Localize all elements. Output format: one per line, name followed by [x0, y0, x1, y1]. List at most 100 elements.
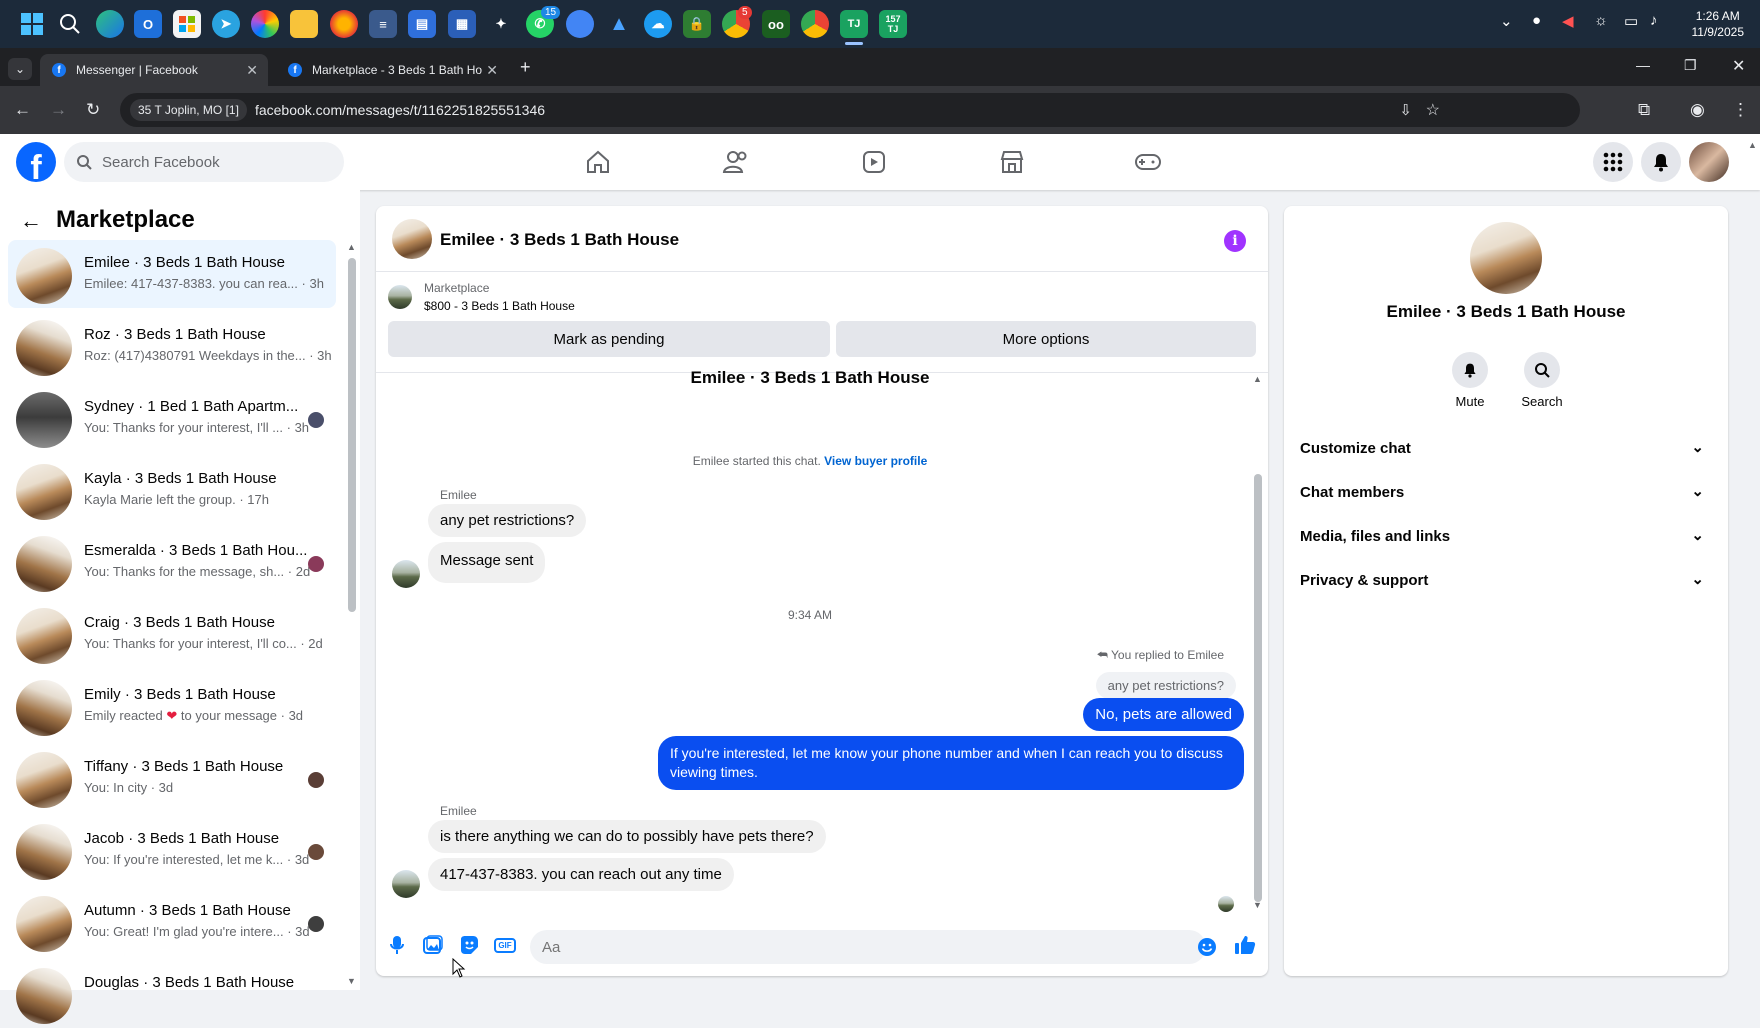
conversation-item[interactable]: Jacob · 3 Beds 1 Bath House You: If you'… [8, 816, 336, 884]
photo-icon[interactable] [422, 934, 444, 956]
network-icon[interactable]: ▭ [1624, 12, 1638, 30]
outgoing-message[interactable]: No, pets are allowed [1083, 698, 1244, 731]
menu-grid-icon[interactable] [1593, 142, 1633, 182]
message-input[interactable] [530, 930, 1206, 964]
conversation-item[interactable]: Emily · 3 Beds 1 Bath House Emily reacte… [8, 672, 336, 740]
thumbs-up-icon[interactable] [1234, 934, 1256, 956]
file-explorer-icon[interactable] [290, 10, 318, 38]
menu-dots-icon[interactable]: ⋮ [1732, 100, 1749, 120]
back-icon[interactable]: ← [14, 100, 31, 120]
app-icon[interactable]: ▦ [448, 10, 476, 38]
tool-icon[interactable]: ✦ [487, 10, 515, 38]
url-text[interactable]: facebook.com/messages/t/1162251825551346 [255, 102, 545, 118]
address-bar[interactable]: 35 T Joplin, MO [1] facebook.com/message… [120, 93, 1580, 127]
scrollbar-thumb[interactable] [348, 258, 356, 612]
view-buyer-profile-link[interactable]: View buyer profile [824, 454, 927, 468]
listing-title[interactable]: $800 - 3 Beds 1 Bath House [424, 299, 575, 313]
location-chip[interactable]: 35 T Joplin, MO [1] [130, 99, 247, 121]
speaker-alert-icon[interactable]: ◀ [1562, 12, 1574, 30]
gaming-icon[interactable] [1132, 146, 1164, 178]
emoji-icon[interactable] [1196, 936, 1218, 958]
sticker-icon[interactable] [458, 934, 480, 956]
customize-chat-section[interactable]: Customize chat ⌄ [1300, 428, 1712, 468]
telegram-icon[interactable]: ➤ [212, 10, 240, 38]
install-app-icon[interactable]: ⇩ [1399, 101, 1412, 119]
edge-icon[interactable] [96, 10, 124, 38]
minimize-icon[interactable]: — [1636, 57, 1650, 73]
tab-marketplace[interactable]: f Marketplace - 3 Beds 1 Bath Ho ✕ [276, 54, 508, 86]
app-icon[interactable]: oo [762, 10, 790, 38]
tj-app-icon[interactable]: TJ [840, 10, 868, 38]
app-icon[interactable]: ☁ [644, 10, 672, 38]
brightness-icon[interactable]: ☼ [1594, 12, 1608, 29]
mute-button[interactable] [1452, 352, 1488, 388]
lock-app-icon[interactable]: 🔒 [683, 10, 711, 38]
restore-icon[interactable]: ❐ [1684, 57, 1697, 74]
search-in-chat-button[interactable] [1524, 352, 1560, 388]
chat-members-section[interactable]: Chat members ⌄ [1300, 472, 1712, 512]
profile-icon[interactable]: ◉ [1690, 100, 1705, 120]
app-icon[interactable]: ≡ [369, 10, 397, 38]
friends-icon[interactable] [720, 146, 752, 178]
volume-icon[interactable]: ♪ [1650, 12, 1658, 29]
conversation-item[interactable]: Autumn · 3 Beds 1 Bath House You: Great!… [8, 888, 336, 956]
new-tab-icon[interactable]: + [520, 57, 531, 78]
chat-avatar[interactable] [392, 219, 432, 259]
app-icon[interactable]: ▲ [605, 10, 633, 38]
facebook-logo-icon[interactable]: f [16, 142, 56, 182]
mark-as-pending-button[interactable]: Mark as pending [388, 321, 830, 357]
marketplace-icon[interactable] [996, 146, 1028, 178]
incoming-message[interactable]: is there anything we can do to possibly … [428, 820, 826, 853]
firefox-icon[interactable] [330, 10, 358, 38]
info-icon[interactable]: i [1224, 230, 1246, 252]
tj-app-icon-2[interactable]: 157 TJ [879, 10, 907, 38]
tab-messenger[interactable]: f Messenger | Facebook ✕ [40, 54, 268, 86]
extensions-icon[interactable]: ⧉ [1638, 100, 1650, 120]
privacy-support-section[interactable]: Privacy & support ⌄ [1300, 560, 1712, 600]
chrome-profile-icon[interactable] [801, 10, 829, 38]
listing-thumbnail[interactable] [388, 285, 412, 309]
colorful-app-icon[interactable] [251, 10, 279, 38]
conversation-item[interactable]: Esmeralda · 3 Beds 1 Bath Hou... You: Th… [8, 528, 336, 596]
facebook-search-input[interactable]: Search Facebook [64, 142, 344, 182]
incoming-message[interactable]: any pet restrictions? [428, 504, 587, 537]
close-tab-icon[interactable]: ✕ [486, 62, 498, 79]
gif-icon[interactable]: GIF [494, 934, 516, 956]
scroll-down-arrow-icon[interactable]: ▼ [1253, 900, 1262, 910]
conversation-item[interactable]: Emilee · 3 Beds 1 Bath House Emilee: 417… [8, 240, 336, 308]
search-icon[interactable] [56, 10, 84, 38]
conversation-item[interactable]: Tiffany · 3 Beds 1 Bath House You: In ci… [8, 744, 336, 812]
scroll-up-arrow-icon[interactable]: ▲ [347, 242, 356, 252]
page-scroll-up-icon[interactable]: ▲ [1748, 140, 1757, 150]
chat-title[interactable]: Emilee · 3 Beds 1 Bath House [440, 230, 679, 250]
incoming-message[interactable]: Message sent [428, 542, 546, 583]
media-files-links-section[interactable]: Media, files and links ⌄ [1300, 516, 1712, 556]
sender-avatar[interactable] [392, 560, 420, 588]
outgoing-message[interactable]: If you're interested, let me know your p… [658, 736, 1244, 790]
scroll-up-arrow-icon[interactable]: ▲ [1253, 374, 1262, 384]
sender-avatar[interactable] [392, 870, 420, 898]
store-icon[interactable] [173, 10, 201, 38]
notifications-bell-icon[interactable] [1641, 142, 1681, 182]
account-avatar[interactable] [1689, 142, 1729, 182]
video-icon[interactable] [858, 146, 890, 178]
conversation-item[interactable]: Kayla · 3 Beds 1 Bath House Kayla Marie … [8, 456, 336, 524]
conversation-item[interactable]: Craig · 3 Beds 1 Bath House You: Thanks … [8, 600, 336, 668]
more-options-button[interactable]: More options [836, 321, 1256, 357]
scroll-down-arrow-icon[interactable]: ▼ [347, 976, 356, 986]
notes-icon[interactable]: ▤ [408, 10, 436, 38]
close-window-icon[interactable]: ✕ [1732, 56, 1745, 76]
conversation-item[interactable]: Douglas · 3 Beds 1 Bath House [8, 960, 336, 1028]
chevron-up-icon[interactable]: ⌄ [1500, 12, 1513, 30]
quoted-message[interactable]: any pet restrictions? [1095, 672, 1236, 699]
conversation-item[interactable]: Roz · 3 Beds 1 Bath House Roz: (417)4380… [8, 312, 336, 380]
close-tab-icon[interactable]: ✕ [246, 62, 258, 79]
windows-start-icon[interactable] [18, 10, 46, 38]
chat-avatar-large[interactable] [1470, 222, 1542, 294]
tab-search-icon[interactable]: ⌄ [8, 58, 32, 80]
forward-icon[interactable]: → [50, 100, 67, 120]
incoming-message[interactable]: 417-437-8383. you can reach out any time [428, 858, 734, 891]
back-arrow-icon[interactable]: ← [20, 208, 42, 234]
reload-icon[interactable]: ↻ [86, 100, 100, 120]
security-icon[interactable]: ● [1532, 12, 1541, 29]
